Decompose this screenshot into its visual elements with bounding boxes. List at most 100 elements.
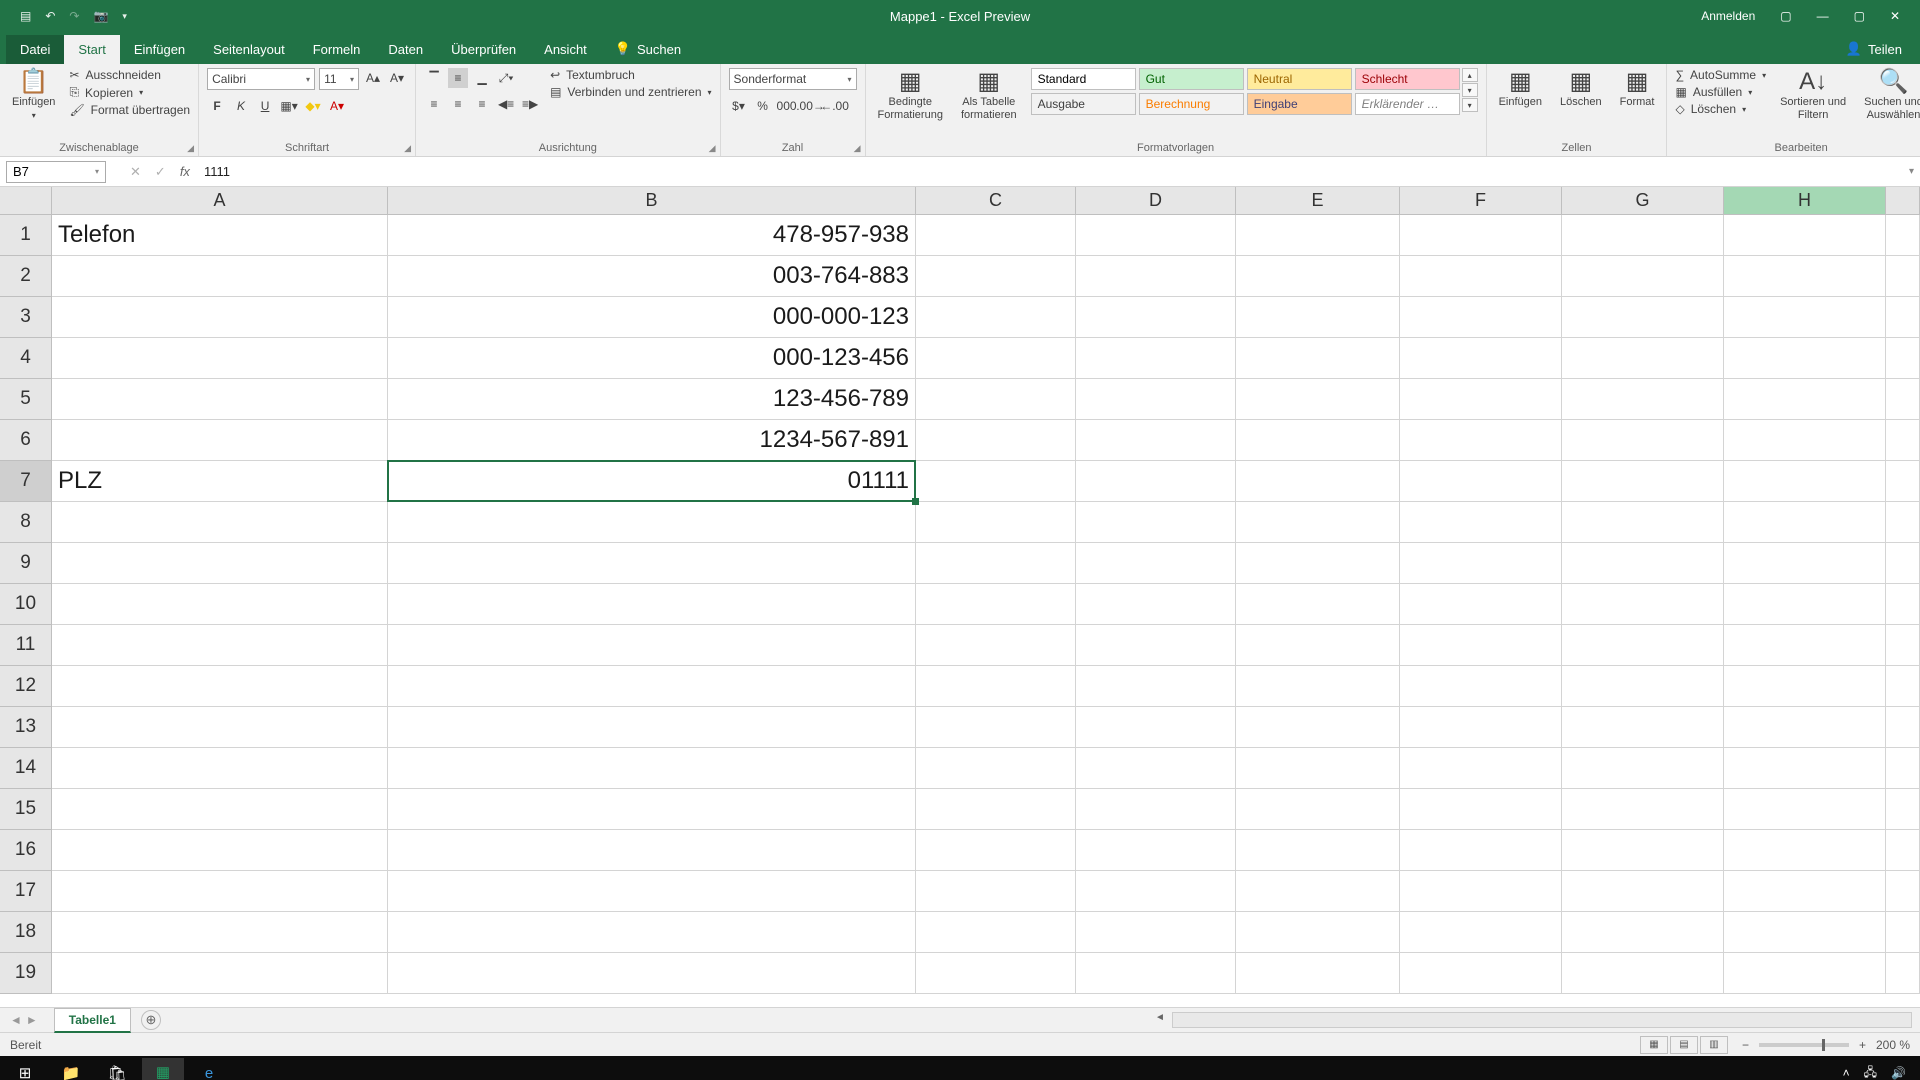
cell-H7[interactable] [1724,461,1886,502]
cell-A11[interactable] [52,625,388,666]
cell-C4[interactable] [916,338,1076,379]
select-all-corner[interactable] [0,187,52,215]
excel-taskbar-button[interactable]: ▦ [142,1058,184,1080]
cell-D7[interactable] [1076,461,1236,502]
cell-E9[interactable] [1236,543,1400,584]
styles-up[interactable]: ▴ [1462,68,1478,82]
tab-seitenlayout[interactable]: Seitenlayout [199,35,299,64]
style-cell-0[interactable]: Standard [1031,68,1136,90]
cell-F13[interactable] [1400,707,1562,748]
cell-E4[interactable] [1236,338,1400,379]
cell-H19[interactable] [1724,953,1886,994]
cell-F17[interactable] [1400,871,1562,912]
cell-A8[interactable] [52,502,388,543]
row-header-8[interactable]: 8 [0,502,52,543]
cell-C9[interactable] [916,543,1076,584]
align-launcher[interactable]: ◢ [709,143,716,154]
cell-A12[interactable] [52,666,388,707]
col-header-F[interactable]: F [1400,187,1562,215]
cell-B14[interactable] [388,748,916,789]
cell-H1[interactable] [1724,215,1886,256]
tab-ueberpruefen[interactable]: Überprüfen [437,35,530,64]
cell-C15[interactable] [916,789,1076,830]
cell-A4[interactable] [52,338,388,379]
close-icon[interactable]: ✕ [1890,9,1900,23]
cell-H13[interactable] [1724,707,1886,748]
minimize-icon[interactable]: — [1817,9,1829,23]
cell-D1[interactable] [1076,215,1236,256]
style-cell-3[interactable]: Schlecht [1355,68,1460,90]
cell-H3[interactable] [1724,297,1886,338]
percent-button[interactable]: % [753,96,773,116]
row-header-7[interactable]: 7 [0,461,52,502]
camera-icon[interactable]: 📷 [93,9,108,23]
cell-B18[interactable] [388,912,916,953]
horizontal-scrollbar[interactable] [1172,1012,1912,1028]
thousand-button[interactable]: 000 [777,96,797,116]
cell-A16[interactable] [52,830,388,871]
align-top-button[interactable]: ▔ [424,68,444,88]
cell-D4[interactable] [1076,338,1236,379]
cell-E3[interactable] [1236,297,1400,338]
cell-G7[interactable] [1562,461,1724,502]
cell-H18[interactable] [1724,912,1886,953]
style-cell-6[interactable]: Eingabe [1247,93,1352,115]
name-box[interactable]: B7▾ [6,161,106,183]
row-header-18[interactable]: 18 [0,912,52,953]
explorer-button[interactable]: 📁 [50,1058,92,1080]
cell-G1[interactable] [1562,215,1724,256]
cell-F1[interactable] [1400,215,1562,256]
cell-F3[interactable] [1400,297,1562,338]
orientation-button[interactable]: ⤢▾ [496,68,516,88]
cell-B7[interactable]: 01111 [388,461,916,502]
tray-up-icon[interactable]: ˄ [1843,1066,1850,1080]
tab-formeln[interactable]: Formeln [299,35,375,64]
cell-D3[interactable] [1076,297,1236,338]
cell-F10[interactable] [1400,584,1562,625]
cell-H8[interactable] [1724,502,1886,543]
cell-A3[interactable] [52,297,388,338]
row-header-1[interactable]: 1 [0,215,52,256]
format-as-table-button[interactable]: ▦Als Tabelle formatieren [957,68,1021,123]
cell-D5[interactable] [1076,379,1236,420]
cell-F6[interactable] [1400,420,1562,461]
cell-H14[interactable] [1724,748,1886,789]
ribbon-display-icon[interactable]: ▢ [1780,9,1791,23]
sort-filter-button[interactable]: A↓Sortieren und Filtern [1776,68,1850,123]
align-middle-button[interactable]: ≡ [448,68,468,88]
cell-D9[interactable] [1076,543,1236,584]
cell-C17[interactable] [916,871,1076,912]
add-sheet-button[interactable]: ⊕ [141,1010,161,1030]
cell-G3[interactable] [1562,297,1724,338]
row-header-12[interactable]: 12 [0,666,52,707]
cell-C11[interactable] [916,625,1076,666]
cell-G12[interactable] [1562,666,1724,707]
cell-F7[interactable] [1400,461,1562,502]
row-header-4[interactable]: 4 [0,338,52,379]
cell-F12[interactable] [1400,666,1562,707]
col-header-E[interactable]: E [1236,187,1400,215]
font-size-combo[interactable]: 11▾ [319,68,359,90]
sheet-nav-prev[interactable]: ◄ [10,1013,22,1027]
cell-F11[interactable] [1400,625,1562,666]
cell-E12[interactable] [1236,666,1400,707]
cell-E8[interactable] [1236,502,1400,543]
cell-B3[interactable]: 000-000-123 [388,297,916,338]
cell-E15[interactable] [1236,789,1400,830]
style-cell-5[interactable]: Berechnung [1139,93,1244,115]
wrap-text-button[interactable]: ↩Textumbruch [550,68,711,82]
copy-button[interactable]: ⎘Kopieren▾ [69,85,190,100]
autosum-button[interactable]: ∑AutoSumme▾ [1675,68,1766,82]
store-button[interactable]: 🛍 [96,1058,138,1080]
cell-E5[interactable] [1236,379,1400,420]
format-painter-button[interactable]: 🖌Format übertragen [69,103,190,117]
cell-E11[interactable] [1236,625,1400,666]
cell-A10[interactable] [52,584,388,625]
cell-H12[interactable] [1724,666,1886,707]
cell-B17[interactable] [388,871,916,912]
anmelden-link[interactable]: Anmelden [1701,9,1755,23]
style-cell-7[interactable]: Erklärender … [1355,93,1460,115]
cell-G14[interactable] [1562,748,1724,789]
cell-B15[interactable] [388,789,916,830]
cell-E10[interactable] [1236,584,1400,625]
